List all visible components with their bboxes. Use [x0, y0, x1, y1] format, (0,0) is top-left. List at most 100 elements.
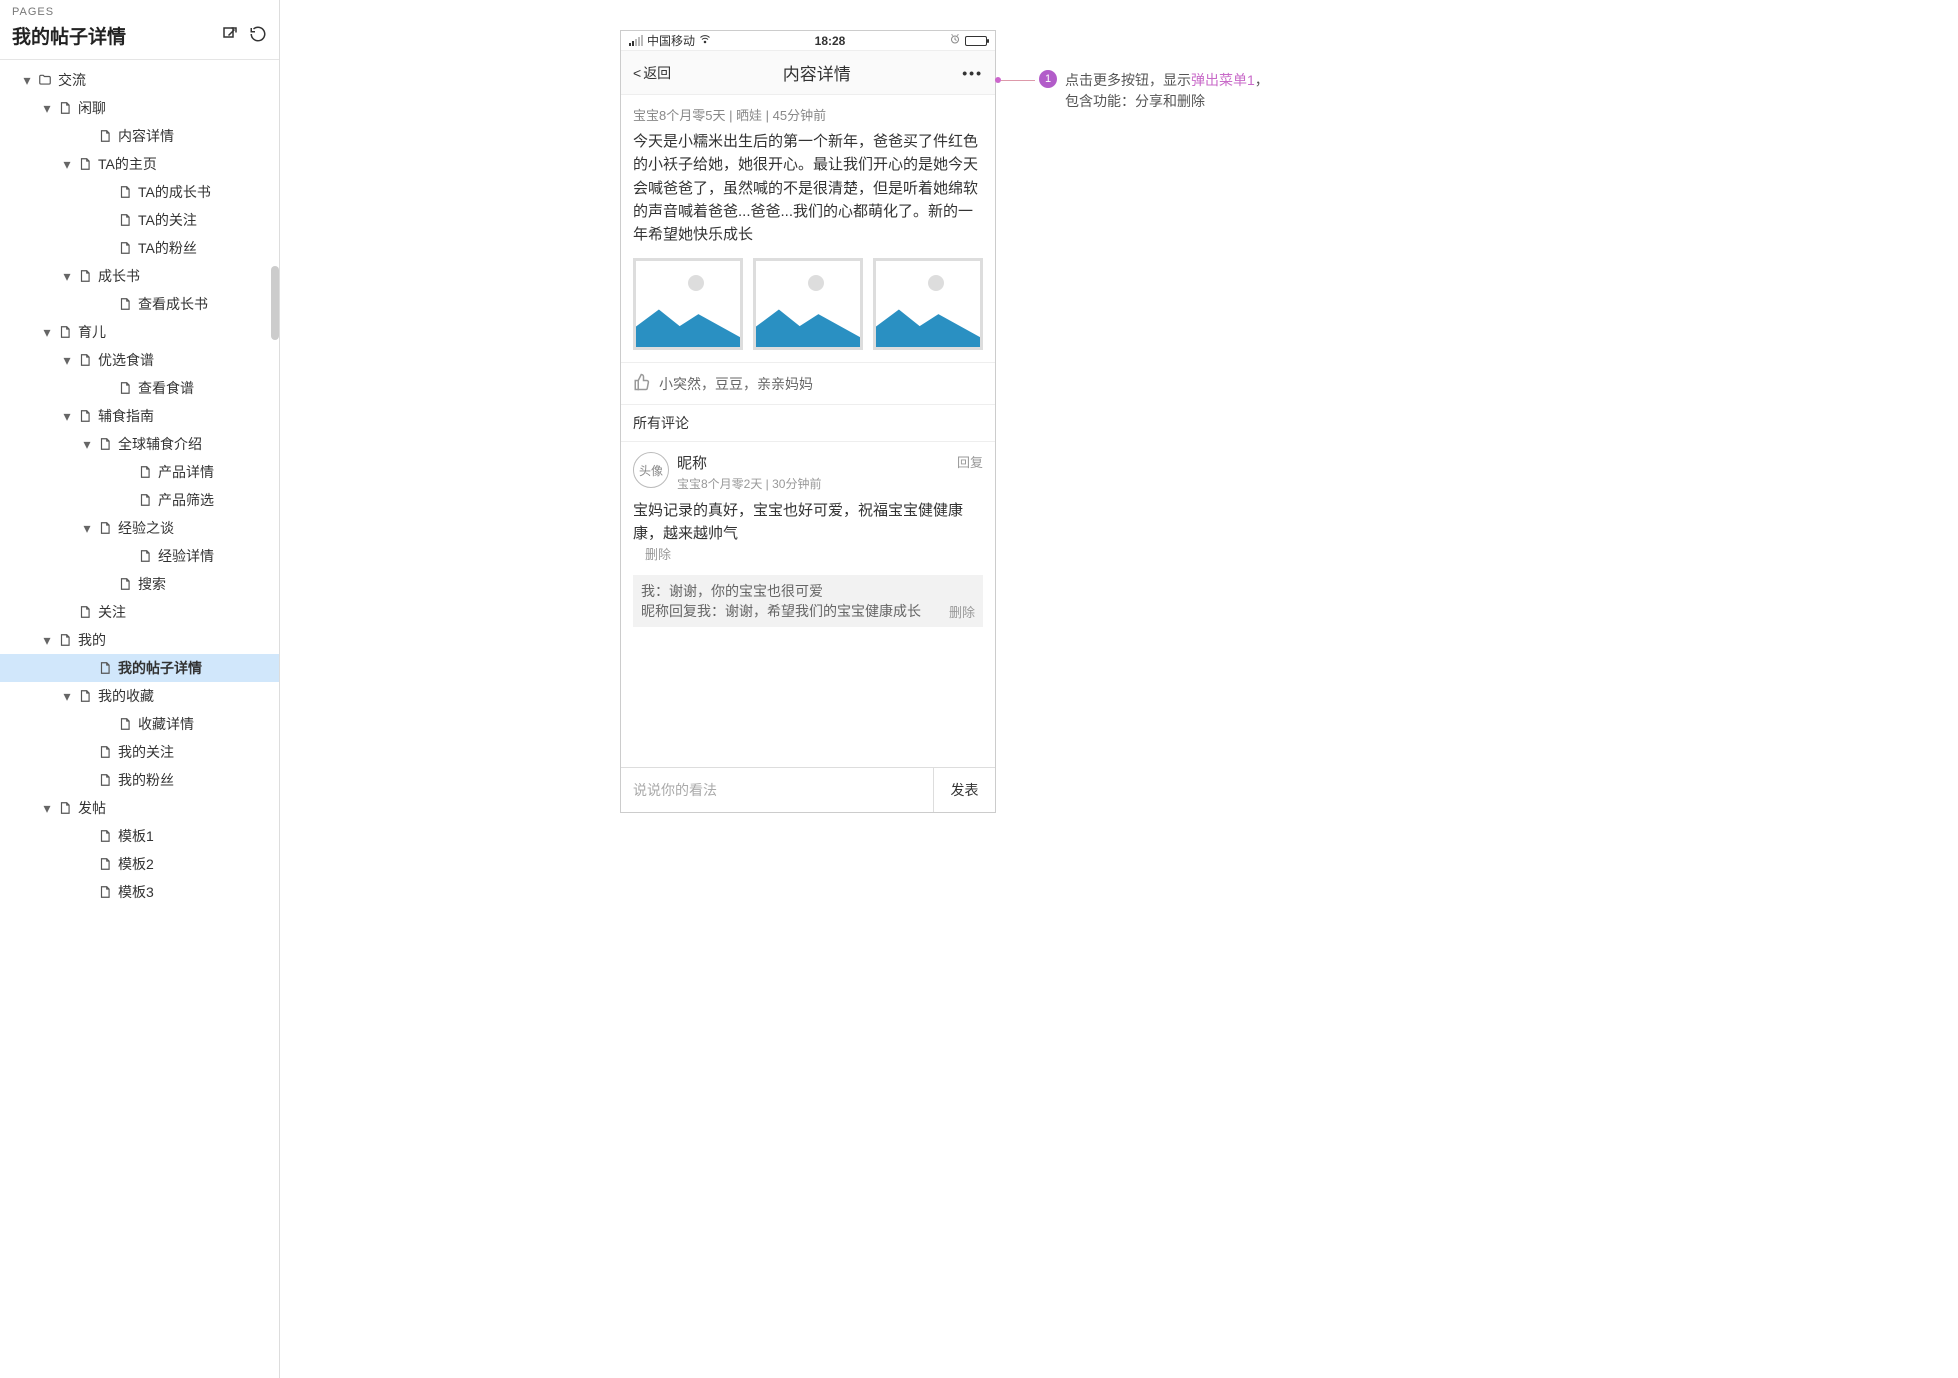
tree-item[interactable]: 经验详情	[0, 542, 279, 570]
tree-item-label: TA的粉丝	[138, 238, 197, 258]
tree-item[interactable]: 模板1	[0, 822, 279, 850]
tree-item[interactable]: TA的粉丝	[0, 234, 279, 262]
page-icon	[96, 521, 114, 535]
signal-icon	[629, 35, 643, 46]
tree-item[interactable]: TA的关注	[0, 206, 279, 234]
tree-item-label: 关注	[98, 602, 126, 622]
chevron-down-icon: ▾	[60, 352, 74, 369]
tree-item[interactable]: 产品筛选	[0, 486, 279, 514]
refresh-icon[interactable]	[249, 25, 267, 46]
tree-item-label: 闲聊	[78, 98, 106, 118]
tree-item-label: 查看成长书	[138, 294, 208, 314]
page-icon	[96, 129, 114, 143]
tree-item-label: 优选食谱	[98, 350, 154, 370]
tree-item[interactable]: ▾发帖	[0, 794, 279, 822]
tree-item[interactable]: ▾辅食指南	[0, 402, 279, 430]
tree-item-label: 全球辅食介绍	[118, 434, 202, 454]
tree-item[interactable]: 关注	[0, 598, 279, 626]
tree-item-label: 辅食指南	[98, 406, 154, 426]
thumbs-up-icon[interactable]	[633, 373, 651, 394]
tree-item[interactable]: ▾育儿	[0, 318, 279, 346]
tree-item-label: 产品筛选	[158, 490, 214, 510]
delete-button[interactable]: 删除	[645, 545, 671, 565]
tree-item[interactable]: 我的帖子详情	[0, 654, 279, 682]
status-time: 18:28	[815, 34, 846, 48]
nav-bar: < 返回 内容详情 •••	[621, 51, 995, 95]
tree-item-label: 经验之谈	[118, 518, 174, 538]
comment-input-bar: 说说你的看法 发表	[621, 767, 995, 812]
scrollbar-thumb[interactable]	[271, 266, 279, 340]
nav-title: 内容详情	[783, 60, 851, 85]
tree-item-label: 模板2	[118, 854, 154, 874]
tree-item-label: 搜索	[138, 574, 166, 594]
tree-item[interactable]: ▾我的收藏	[0, 682, 279, 710]
image-placeholder[interactable]	[873, 258, 983, 350]
tree-item[interactable]: ▾TA的主页	[0, 150, 279, 178]
chevron-down-icon: ▾	[40, 324, 54, 341]
tree-item-label: 产品详情	[158, 462, 214, 482]
tree-item[interactable]: ▾全球辅食介绍	[0, 430, 279, 458]
tree-item[interactable]: 我的关注	[0, 738, 279, 766]
tree-item[interactable]: 查看成长书	[0, 290, 279, 318]
page-icon	[76, 157, 94, 171]
tree-item[interactable]: ▾ 优选食谱	[0, 346, 279, 374]
tree-item[interactable]: TA的成长书	[0, 178, 279, 206]
image-placeholder[interactable]	[633, 258, 743, 350]
back-button[interactable]: < 返回	[633, 63, 671, 83]
tree-item[interactable]: 模板2	[0, 850, 279, 878]
annotation: 1 点击更多按钮，显示弹出菜单1，包含功能：分享和删除	[998, 70, 1275, 112]
page-icon	[136, 465, 154, 479]
tree-item-label: 收藏详情	[138, 714, 194, 734]
tree-item-label: 经验详情	[158, 546, 214, 566]
tree-item[interactable]: 内容详情	[0, 122, 279, 150]
tree-item[interactable]: 搜索	[0, 570, 279, 598]
page-icon	[56, 325, 74, 339]
tree-item-label: 模板1	[118, 826, 154, 846]
sidebar: PAGES 我的帖子详情 ▾交流▾闲聊内容详情▾TA的主页TA的成长书TA的关注…	[0, 0, 280, 1378]
page-icon	[116, 213, 134, 227]
tree-item[interactable]: ▾经验之谈	[0, 514, 279, 542]
tree-item[interactable]: 产品详情	[0, 458, 279, 486]
annotation-link[interactable]: 弹出菜单1	[1191, 72, 1255, 88]
pages-tree[interactable]: ▾交流▾闲聊内容详情▾TA的主页TA的成长书TA的关注TA的粉丝▾成长书查看成长…	[0, 60, 279, 1378]
comment-input[interactable]: 说说你的看法	[621, 768, 933, 812]
tree-item-label: TA的主页	[98, 154, 157, 174]
page-icon	[96, 661, 114, 675]
tree-item-label: 我的帖子详情	[118, 658, 202, 678]
tree-item[interactable]: ▾ 闲聊	[0, 94, 279, 122]
tree-item-label: 我的收藏	[98, 686, 154, 706]
tree-item[interactable]: 模板3	[0, 878, 279, 906]
page-title: 我的帖子详情	[12, 22, 126, 49]
wifi-icon	[699, 33, 711, 48]
image-placeholder[interactable]	[753, 258, 863, 350]
tree-item[interactable]: 我的粉丝	[0, 766, 279, 794]
tree-item[interactable]: 收藏详情	[0, 710, 279, 738]
delete-button[interactable]: 删除	[949, 602, 975, 621]
tree-item[interactable]: 查看食谱	[0, 374, 279, 402]
comment-author[interactable]: 昵称	[677, 452, 821, 473]
page-icon	[116, 717, 134, 731]
send-button[interactable]: 发表	[933, 768, 995, 812]
tree-item-label: 查看食谱	[138, 378, 194, 398]
page-icon	[116, 297, 134, 311]
tree-item-label: 成长书	[98, 266, 140, 286]
export-icon[interactable]	[221, 25, 239, 46]
comment-body: 宝妈记录的真好，宝宝也好可爱，祝福宝宝健健康康，越来越帅气 删除	[633, 500, 983, 565]
likes-row: 小突然，豆豆，亲亲妈妈	[621, 363, 995, 405]
tree-item[interactable]: ▾成长书	[0, 262, 279, 290]
avatar-placeholder[interactable]: 头像	[633, 452, 669, 488]
tree-item-label: 我的粉丝	[118, 770, 174, 790]
more-button[interactable]: •••	[962, 65, 983, 81]
tree-item-label: 模板3	[118, 882, 154, 902]
comments-header: 所有评论	[621, 405, 995, 442]
tree-item[interactable]: ▾交流	[0, 66, 279, 94]
reply-button[interactable]: 回复	[957, 452, 983, 471]
page-icon	[136, 493, 154, 507]
pages-label: PAGES	[0, 0, 279, 18]
tree-item[interactable]: ▾我的	[0, 626, 279, 654]
page-icon	[76, 353, 94, 367]
chevron-down-icon: ▾	[40, 100, 54, 117]
post-body: 今天是小糯米出生后的第一个新年，爸爸买了件红色的小袄子给她，她很开心。最让我们开…	[633, 130, 983, 246]
page-icon	[76, 605, 94, 619]
page-icon	[56, 633, 74, 647]
